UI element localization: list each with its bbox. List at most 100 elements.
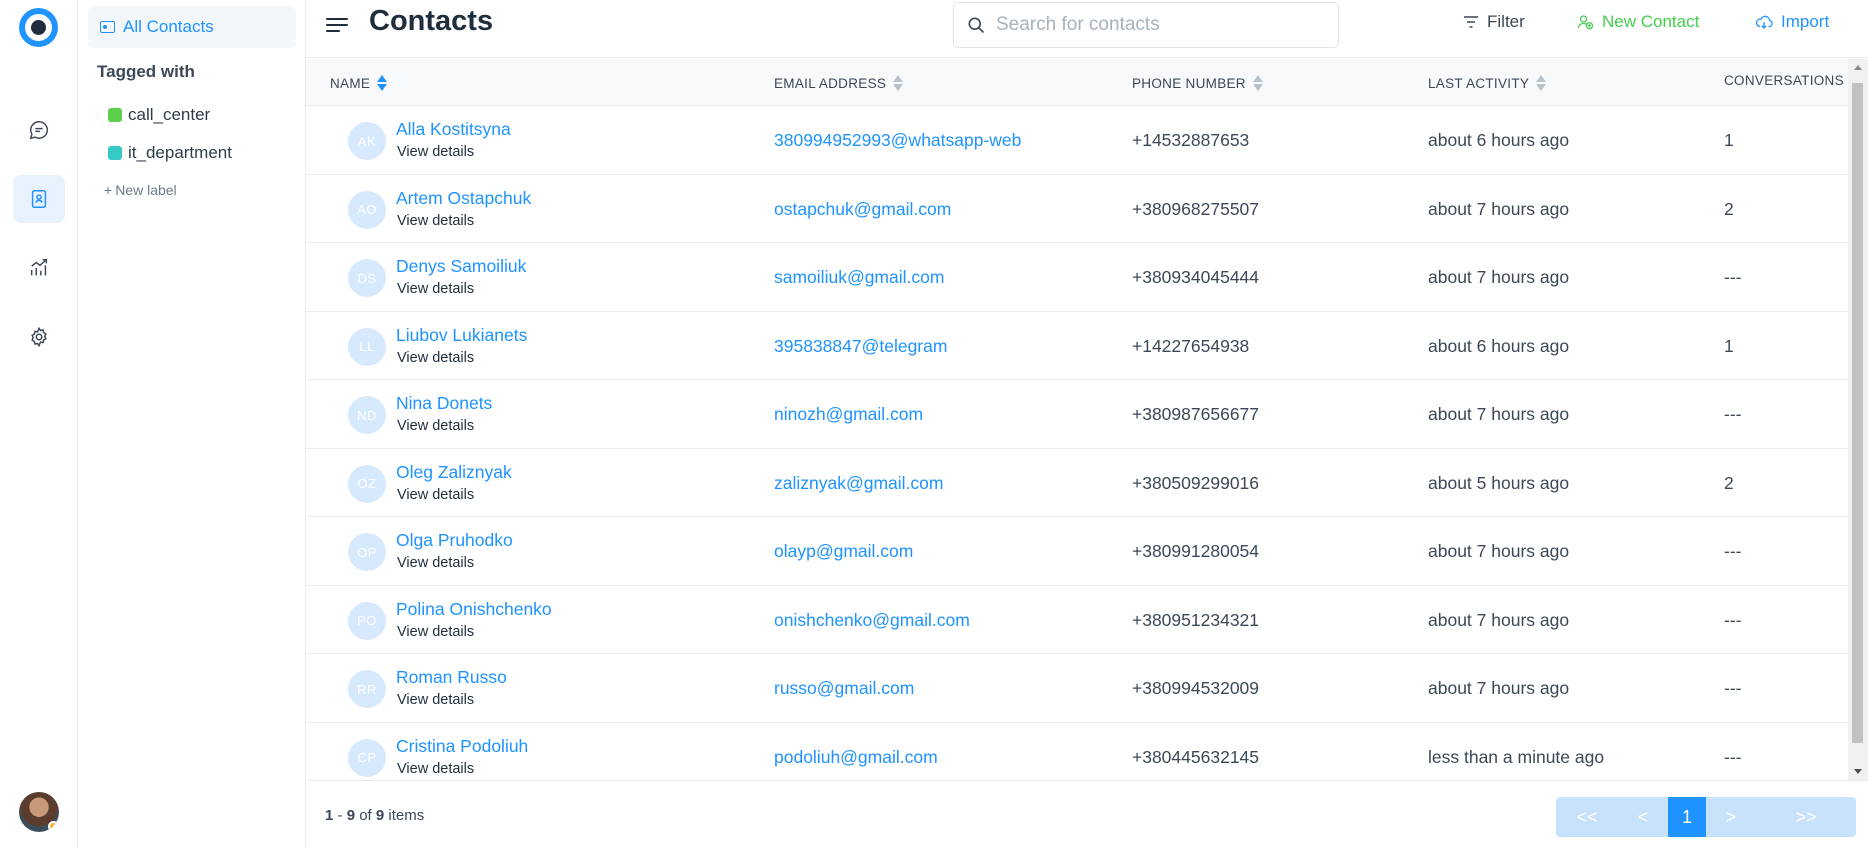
column-header-label: LAST ACTIVITY	[1428, 75, 1530, 91]
contact-name-link[interactable]: Cristina Podoliuh	[396, 736, 528, 757]
contact-phone: +380991280054	[1132, 541, 1260, 561]
column-header-last-activity[interactable]: LAST ACTIVITY	[1428, 75, 1547, 91]
range-end: 9	[346, 807, 356, 824]
menu-toggle-icon[interactable]	[326, 16, 348, 34]
logo-icon[interactable]	[19, 8, 58, 47]
view-details-link[interactable]: View details	[397, 487, 474, 503]
contact-email-link[interactable]: 395838847@telegram	[774, 336, 947, 357]
view-details-link[interactable]: View details	[397, 418, 474, 434]
sidebar-tag-it-department[interactable]: it_department	[108, 143, 232, 163]
search-box[interactable]	[953, 2, 1339, 48]
contact-name-link[interactable]: Nina Donets	[396, 393, 492, 414]
new-label-button[interactable]: + New label	[104, 182, 177, 198]
conversations-nav-icon[interactable]	[13, 106, 65, 154]
cloud-download-icon	[1755, 15, 1773, 29]
view-details-link[interactable]: View details	[397, 624, 474, 640]
view-details-link[interactable]: View details	[397, 555, 474, 571]
settings-nav-icon[interactable]	[13, 313, 65, 361]
filter-icon	[1464, 16, 1478, 28]
table-row[interactable]: DS Denys Samoiliuk View details samoiliu…	[306, 243, 1848, 312]
contact-phone: +380951234321	[1132, 609, 1260, 630]
contact-email-link[interactable]: podoliuh@gmail.com	[774, 747, 938, 768]
column-header-conversations[interactable]: CONVERSATIONS	[1724, 73, 1844, 88]
contact-conversations-count: 1	[1724, 335, 1734, 356]
contact-email-link[interactable]: 380994952993@whatsapp-web	[774, 130, 1021, 151]
contact-name-link[interactable]: Olga Pruhodko	[396, 530, 513, 551]
contact-avatar: OP	[348, 533, 386, 571]
view-details-link[interactable]: View details	[397, 761, 474, 777]
contact-name-link[interactable]: Liubov Lukianets	[396, 325, 527, 346]
table-row[interactable]: PO Polina Onishchenko View details onish…	[306, 586, 1848, 654]
table-scrollbar[interactable]	[1848, 59, 1868, 780]
scrollbar-thumb[interactable]	[1852, 83, 1863, 743]
reports-nav-icon[interactable]	[13, 244, 65, 292]
sort-icon	[893, 75, 904, 91]
contact-name-link[interactable]: Alla Kostitsyna	[396, 119, 511, 140]
current-user-avatar[interactable]	[19, 792, 59, 832]
contacts-sidebar: All Contacts Tagged with call_center it_…	[78, 0, 306, 848]
view-details-link[interactable]: View details	[397, 281, 474, 297]
column-header-phone[interactable]: PHONE NUMBER	[1132, 75, 1263, 91]
sidebar-item-label: All Contacts	[123, 17, 214, 36]
contact-name-link[interactable]: Roman Russo	[396, 667, 507, 688]
column-header-name[interactable]: NAME	[330, 75, 388, 91]
scroll-up-arrow-icon[interactable]	[1854, 65, 1862, 70]
scroll-down-arrow-icon[interactable]	[1854, 769, 1862, 774]
filter-button[interactable]: Filter	[1463, 12, 1525, 32]
view-details-link[interactable]: View details	[397, 350, 474, 366]
table-row[interactable]: OZ Oleg Zaliznyak View details zaliznyak…	[306, 449, 1848, 517]
contact-email-link[interactable]: ninozh@gmail.com	[774, 404, 923, 425]
contact-last-activity: about 7 hours ago	[1428, 609, 1570, 630]
search-input[interactable]	[996, 14, 1316, 36]
contact-email-link[interactable]: russo@gmail.com	[774, 678, 914, 699]
filter-label: Filter	[1487, 12, 1525, 31]
contact-name-link[interactable]: Polina Onishchenko	[396, 599, 552, 620]
first-page-button[interactable]: <<	[1556, 797, 1618, 837]
address-book-icon	[31, 190, 47, 208]
table-row[interactable]: AK Alla Kostitsyna View details 38099495…	[306, 106, 1848, 175]
table-row[interactable]: CP Cristina Podoliuh View details podoli…	[306, 723, 1848, 781]
gear-icon	[31, 326, 47, 348]
table-row[interactable]: OP Olga Pruhodko View details olayp@gmai…	[306, 517, 1848, 586]
column-header-email[interactable]: EMAIL ADDRESS	[774, 75, 904, 91]
table-row[interactable]: ND Nina Donets View details ninozh@gmail…	[306, 380, 1848, 449]
next-page-button[interactable]: >	[1706, 797, 1756, 837]
sidebar-item-all-contacts[interactable]: All Contacts	[88, 6, 296, 48]
current-page-button[interactable]: 1	[1668, 797, 1706, 837]
table-row[interactable]: AO Artem Ostapchuk View details ostapchu…	[306, 175, 1848, 243]
contact-conversations-count: ---	[1724, 678, 1742, 698]
new-contact-button[interactable]: New Contact	[1576, 12, 1699, 32]
contact-conversations-count: ---	[1724, 541, 1742, 561]
import-button[interactable]: Import	[1755, 12, 1829, 32]
contact-email-link[interactable]: onishchenko@gmail.com	[774, 610, 970, 631]
sort-icon	[1536, 75, 1547, 91]
contact-avatar: AK	[348, 122, 386, 160]
contact-avatar: OZ	[348, 464, 386, 503]
contact-email-link[interactable]: samoiliuk@gmail.com	[774, 267, 944, 288]
contacts-table-body: AK Alla Kostitsyna View details 38099495…	[306, 106, 1848, 780]
view-details-link[interactable]: View details	[397, 692, 474, 708]
pagination-summary: 1 - 9 of 9 items	[325, 807, 424, 824]
contact-last-activity: about 7 hours ago	[1428, 678, 1570, 698]
table-row[interactable]: LL Liubov Lukianets View details 3958388…	[306, 312, 1848, 380]
contact-email-link[interactable]: olayp@gmail.com	[774, 541, 913, 562]
contacts-nav-icon[interactable]	[13, 175, 65, 223]
contact-avatar: CP	[348, 738, 386, 777]
contact-email-link[interactable]: ostapchuk@gmail.com	[774, 199, 951, 220]
table-row[interactable]: RR Roman Russo View details russo@gmail.…	[306, 654, 1848, 723]
chart-trend-icon	[30, 259, 48, 276]
contact-conversations-count: 2	[1724, 198, 1734, 219]
contact-name-link[interactable]: Denys Samoiliuk	[396, 256, 526, 277]
prev-page-button[interactable]: <	[1618, 797, 1668, 837]
contact-name-link[interactable]: Oleg Zaliznyak	[396, 462, 512, 483]
sidebar-tag-call-center[interactable]: call_center	[108, 105, 210, 125]
view-details-link[interactable]: View details	[397, 213, 474, 229]
view-details-link[interactable]: View details	[397, 144, 474, 160]
last-page-button[interactable]: >>	[1756, 797, 1856, 837]
contact-avatar: ND	[348, 396, 386, 434]
contact-email-link[interactable]: zaliznyak@gmail.com	[774, 473, 943, 494]
pagination: << < 1 > >>	[1556, 797, 1856, 837]
table-footer: 1 - 9 of 9 items << < 1 > >>	[306, 780, 1868, 848]
contact-name-link[interactable]: Artem Ostapchuk	[396, 188, 531, 209]
contact-avatar: DS	[348, 259, 386, 297]
